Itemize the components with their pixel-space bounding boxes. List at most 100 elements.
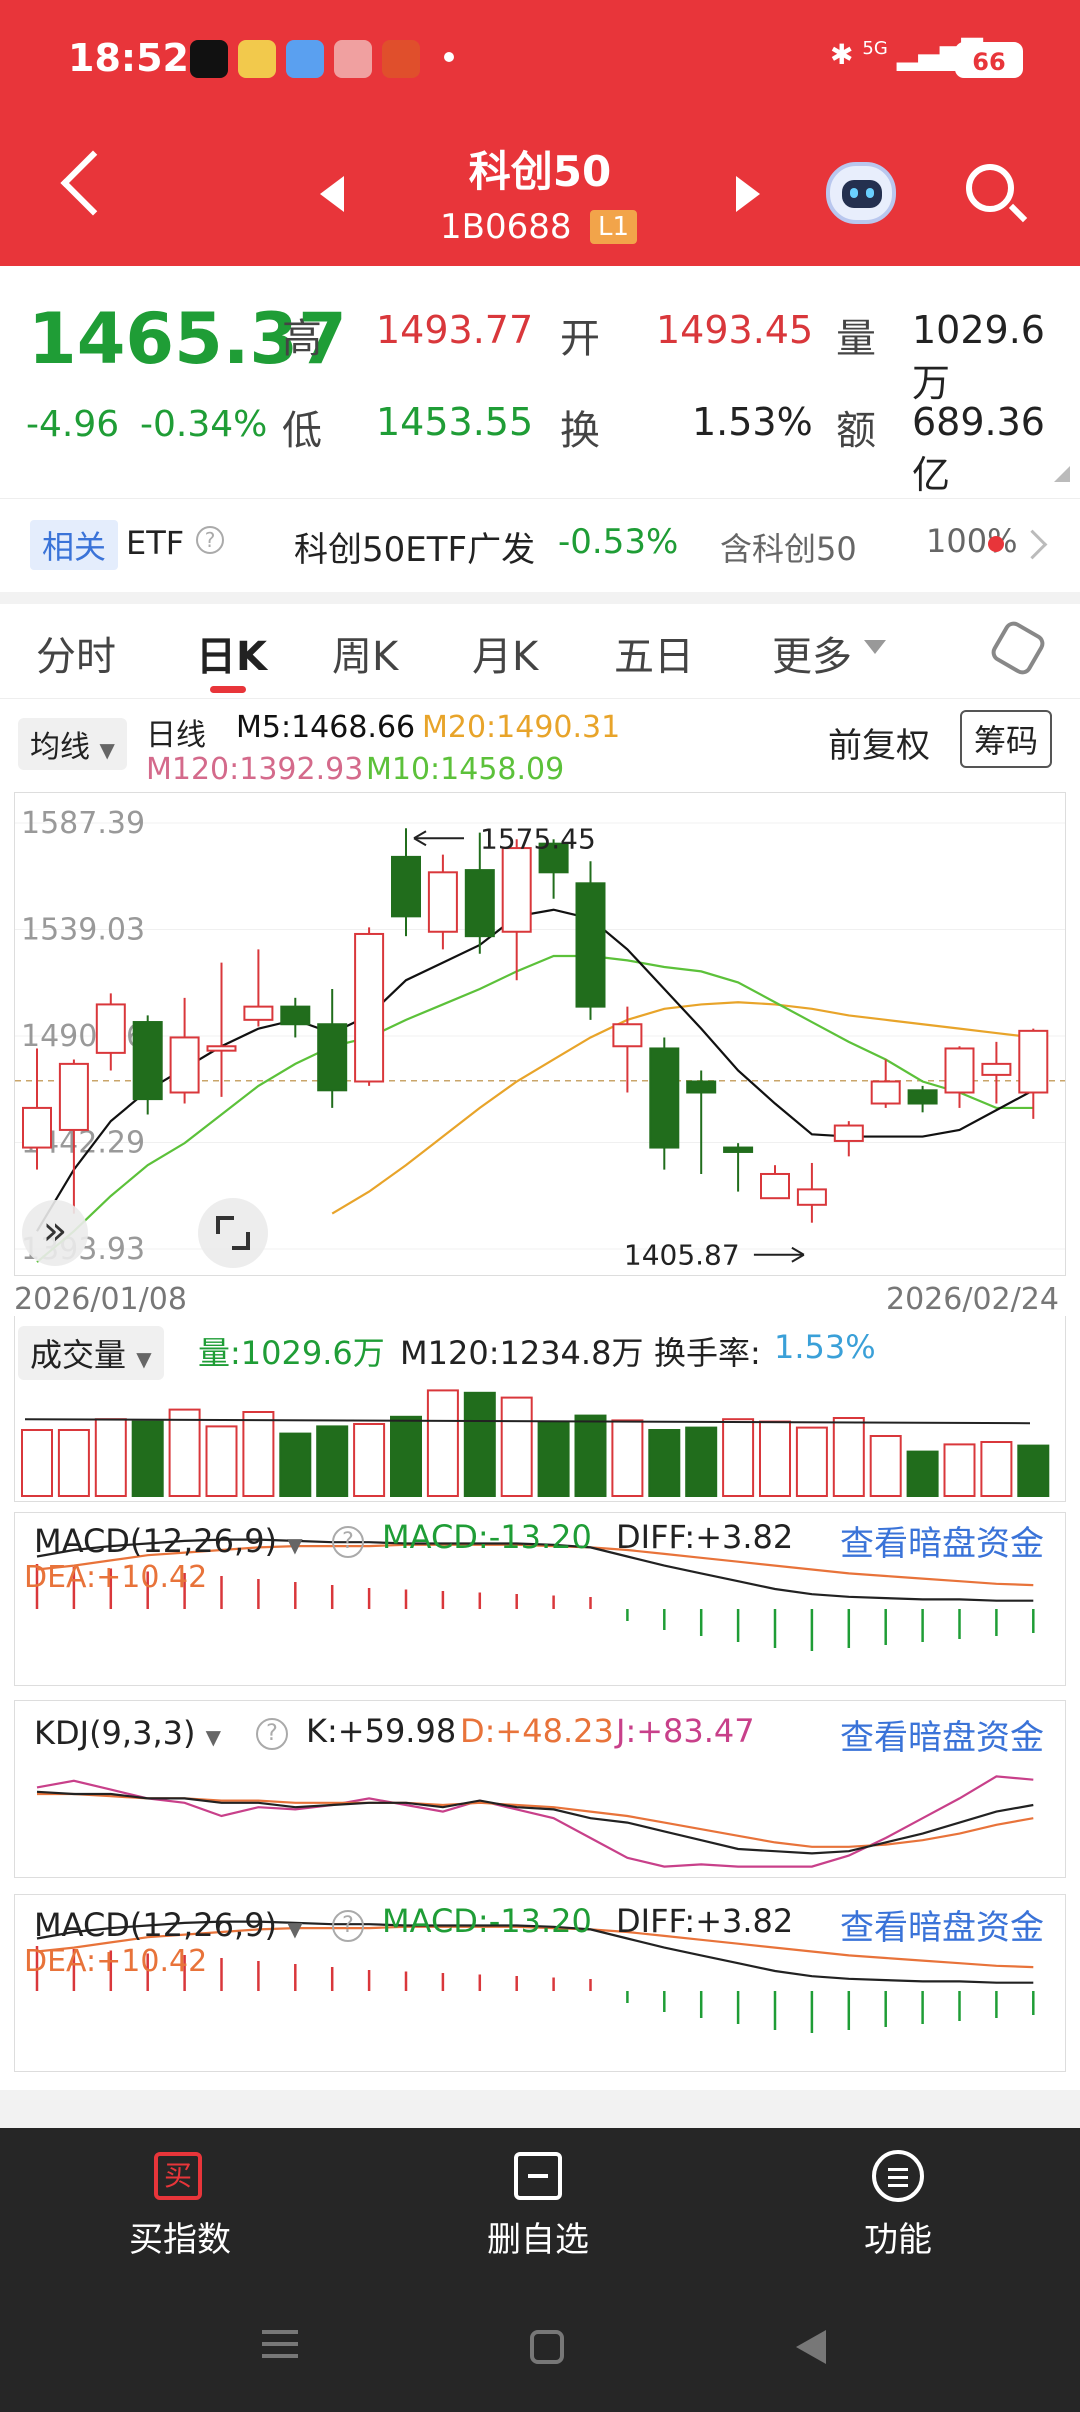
chevron-down-icon: ▼ — [287, 1533, 303, 1557]
macd-diff-2: DIFF:+3.82 — [616, 1902, 794, 1940]
turnover-value: 1.53% — [692, 400, 813, 444]
remove-watchlist-button[interactable]: 删自选 — [438, 2212, 638, 2261]
buy-icon: 买 — [154, 2152, 202, 2200]
dark-pool-link[interactable]: 查看暗盘资金 — [840, 1516, 1044, 1565]
volume-bar — [1017, 1444, 1050, 1498]
price-change: -4.96 — [26, 404, 120, 445]
chips-button[interactable]: 筹码 — [960, 710, 1053, 768]
chevron-down-icon — [864, 640, 886, 654]
kdj-selector-label: KDJ(9,3,3) — [34, 1714, 196, 1752]
stock-code: 1B0688 — [440, 207, 572, 247]
volume-chart[interactable] — [14, 1316, 1066, 1502]
volume-bar — [57, 1429, 90, 1497]
dark-pool-link[interactable]: 查看暗盘资金 — [840, 1710, 1044, 1759]
y-tick-label: 1587.39 — [21, 806, 145, 841]
volume-bar — [390, 1415, 422, 1497]
candle-body — [464, 869, 495, 938]
ma5-value: M5:1468.66 — [236, 710, 416, 745]
next-stock-icon[interactable] — [736, 176, 760, 212]
search-icon[interactable] — [966, 164, 1014, 212]
back-nav-icon[interactable] — [796, 2330, 826, 2364]
volume-bar — [353, 1423, 386, 1497]
menu-icon — [872, 2150, 924, 2202]
app-icon — [382, 40, 420, 78]
fullscreen-icon[interactable] — [198, 1198, 268, 1268]
app-icon — [238, 40, 276, 78]
candle-body — [22, 1106, 52, 1149]
y-tick-label: 1490.66 — [21, 1019, 145, 1054]
volume-bar — [795, 1426, 828, 1497]
kline-chart[interactable]: 1587.391539.031490.661442.291393.931575.… — [14, 792, 1066, 1276]
ma20-line — [331, 1001, 1034, 1215]
tabs-divider — [0, 698, 1080, 699]
high-value: 1493.77 — [376, 308, 534, 352]
adjust-mode[interactable]: 前复权 — [828, 718, 930, 767]
tab-daily-k[interactable]: 日K — [196, 624, 267, 682]
function-button[interactable]: 功能 — [798, 2212, 998, 2261]
recent-apps-icon[interactable] — [262, 2330, 298, 2334]
expand-left-icon[interactable]: » — [22, 1200, 88, 1266]
macd-selector-2[interactable]: MACD(12,26,9) ▼ — [34, 1906, 303, 1944]
battery-icon: 66 — [955, 42, 1023, 78]
volume-bar — [426, 1389, 459, 1497]
kdj-selector[interactable]: KDJ(9,3,3) ▼ — [34, 1714, 221, 1752]
network-type: 5G — [862, 38, 888, 59]
kdj-j: J:+83.47 — [616, 1712, 755, 1750]
page-title: 科创50 — [468, 147, 612, 196]
open-label: 开 — [560, 316, 600, 362]
ma-selector[interactable]: 均线 ▼ — [18, 718, 127, 770]
macd-value-2: MACD:-13.20 — [382, 1902, 592, 1940]
candle-body — [95, 1003, 126, 1054]
related-tag: 相关 — [30, 520, 119, 570]
etf-change: -0.53% — [558, 522, 679, 562]
tab-more[interactable]: 更多 — [772, 624, 852, 682]
etf-name: 科创50ETF广发 — [294, 530, 536, 570]
volume-bar — [722, 1418, 755, 1497]
bottom-spacer — [0, 2090, 1080, 2128]
tab-weekly-k[interactable]: 周K — [332, 624, 398, 682]
candle-body — [317, 1023, 348, 1092]
help-icon[interactable]: ? — [332, 1526, 364, 1558]
level-badge: L1 — [590, 210, 638, 244]
candle-body — [796, 1188, 827, 1206]
etf-contains: 含科创50 — [720, 530, 857, 568]
ma10-value: M10:1458.09 — [366, 752, 565, 787]
amount-label: 额 — [836, 408, 876, 454]
buy-index-button[interactable]: 买指数 — [80, 2212, 280, 2261]
tab-monthly-k[interactable]: 月K — [472, 624, 538, 682]
tab-five-day[interactable]: 五日 — [614, 624, 694, 682]
help-icon[interactable]: ? — [332, 1910, 364, 1942]
high-marker-label: 1575.45 — [480, 822, 596, 855]
dark-pool-link-2[interactable]: 查看暗盘资金 — [840, 1900, 1044, 1949]
candle-body — [907, 1089, 938, 1105]
help-icon[interactable]: ? — [256, 1718, 288, 1750]
candle-body — [58, 1062, 89, 1131]
low-marker-label: 1405.87 — [624, 1239, 740, 1272]
expand-corner-icon[interactable] — [1054, 466, 1070, 482]
candle-body — [944, 1047, 975, 1094]
candle-body — [169, 1036, 200, 1094]
macd-dea: DEA:+10.42 — [24, 1560, 208, 1595]
volume-bar — [906, 1450, 939, 1498]
home-icon[interactable] — [530, 2330, 564, 2364]
ma-selector-label: 均线 — [30, 730, 90, 765]
candle-body — [206, 1045, 237, 1052]
robot-assistant-icon[interactable] — [826, 162, 896, 224]
volume-bar — [759, 1420, 791, 1497]
volume-bar — [168, 1408, 201, 1497]
tab-intraday[interactable]: 分时 — [36, 624, 116, 682]
volume-bar — [131, 1420, 164, 1497]
candle-body — [1018, 1029, 1049, 1094]
macd-selector[interactable]: MACD(12,26,9) ▼ — [34, 1522, 303, 1560]
settings-icon[interactable] — [987, 617, 1049, 679]
tab-active-indicator — [210, 686, 246, 693]
kdj-j-line — [36, 1775, 1034, 1868]
candle-body — [132, 1021, 163, 1101]
section-divider — [0, 592, 1080, 604]
kdj-k: K:+59.98 — [306, 1712, 457, 1750]
volume-bar — [685, 1426, 718, 1497]
bluetooth-icon: ✱ — [830, 38, 854, 71]
volume-bar — [869, 1435, 902, 1497]
help-icon[interactable]: ? — [196, 526, 224, 554]
volume-value: 1029.6万 — [912, 308, 1045, 405]
